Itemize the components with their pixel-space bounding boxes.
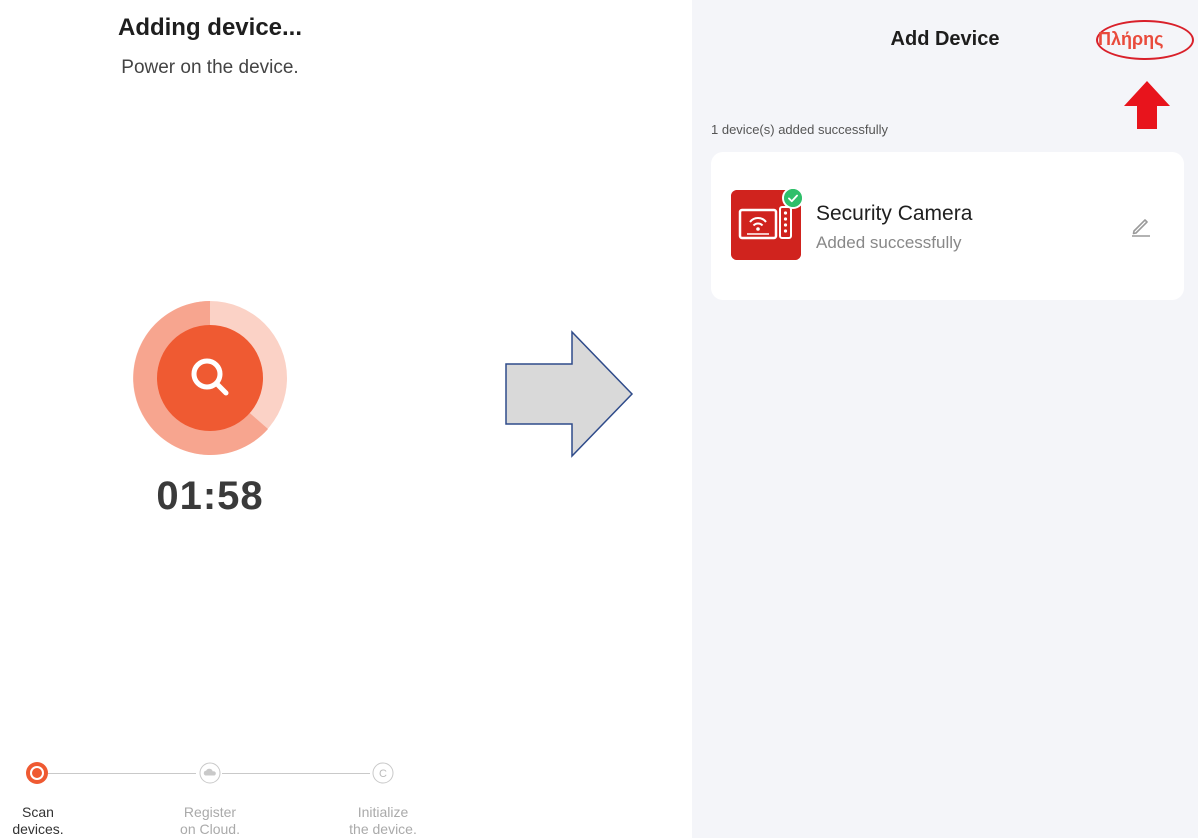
done-button[interactable]: Πλήρης	[1098, 29, 1164, 50]
added-count-text: 1 device(s) added successfully	[711, 122, 889, 137]
countdown-timer: 01:58	[156, 474, 264, 518]
device-name: Security Camera	[816, 202, 973, 225]
step-label-initialize: Initialize the device.	[349, 804, 417, 837]
page-title: Adding device...	[117, 14, 303, 41]
page-subtitle: Power on the device.	[121, 57, 299, 78]
initialize-step-icon: C	[372, 762, 394, 784]
scanning-search-icon	[133, 301, 287, 455]
step-label-register: Register on Cloud.	[180, 804, 240, 837]
device-card[interactable]: Security Camera Added successfully	[711, 152, 1184, 300]
step-connector	[48, 773, 196, 774]
edit-pencil-icon[interactable]	[1129, 214, 1153, 238]
right-arrow-icon	[505, 330, 634, 458]
step-label-scan: Scan devices.	[12, 804, 64, 837]
cloud-step-icon	[199, 762, 221, 784]
step-connector	[222, 773, 370, 774]
success-check-icon	[782, 187, 804, 209]
add-device-screen: Add Device Πλήρης 1 device(s) added succ…	[692, 0, 1198, 838]
adding-device-screen: Adding device... Power on the device. 01…	[0, 0, 430, 838]
scan-step-active-icon	[26, 762, 48, 784]
svg-text:C: C	[379, 768, 387, 780]
up-arrow-icon	[1124, 81, 1170, 129]
device-status: Added successfully	[816, 233, 962, 252]
